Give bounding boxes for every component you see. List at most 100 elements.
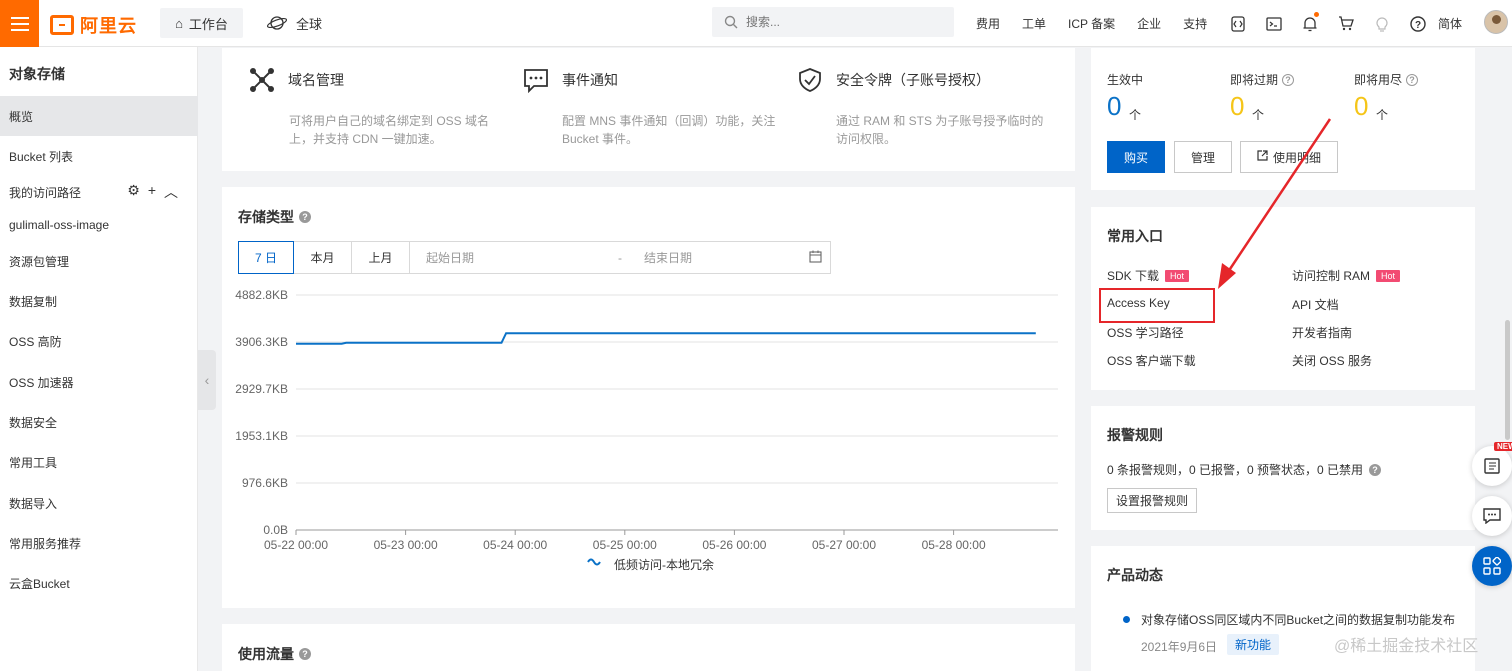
- sidebar: 对象存储 概览 Bucket 列表 我的访问路径 ⚙ + ︿ gulimall-…: [0, 47, 198, 671]
- entry-learning-path[interactable]: OSS 学习路径: [1107, 324, 1184, 341]
- search-box[interactable]: [712, 7, 954, 37]
- message-icon: [522, 66, 550, 94]
- sidebar-item-data-import[interactable]: 数据导入: [0, 483, 198, 523]
- svg-text:?: ?: [1415, 20, 1421, 31]
- bell-icon[interactable]: [1292, 0, 1328, 47]
- tab-this-month[interactable]: 本月: [294, 242, 352, 273]
- sidebar-collapse-handle[interactable]: ‹: [198, 350, 216, 410]
- set-alarm-button[interactable]: 设置报警规则: [1107, 488, 1197, 513]
- search-input[interactable]: [746, 15, 926, 29]
- legend-label[interactable]: 低频访问-本地冗余: [614, 557, 714, 572]
- sidebar-group-actions: ⚙ + ︿: [127, 182, 178, 202]
- x-tick-label: 05-26 00:00: [702, 538, 766, 552]
- region-label: 全球: [296, 16, 323, 32]
- expiring-label-text: 即将过期: [1230, 73, 1279, 87]
- workbench-button[interactable]: ⌂ 工作台: [160, 8, 243, 38]
- annotation-arrow: [1218, 118, 1332, 289]
- y-tick-label: 1953.1KB: [235, 429, 288, 443]
- help-icon[interactable]: ?: [1282, 73, 1295, 86]
- sidebar-item-bucket[interactable]: gulimall-oss-image: [0, 205, 198, 245]
- nav-tickets[interactable]: 工单: [1022, 15, 1046, 32]
- sidebar-item-cloud-box[interactable]: 云盒Bucket: [0, 563, 198, 603]
- page-scrollbar[interactable]: [1505, 320, 1510, 440]
- sidebar-item-recommended[interactable]: 常用服务推荐: [0, 523, 198, 563]
- apps-grid-icon[interactable]: [1472, 546, 1512, 586]
- alarm-title: 报警规则: [1107, 427, 1163, 443]
- y-tick-label: 2929.7KB: [235, 382, 288, 396]
- watermark: @稀土掘金技术社区: [1334, 638, 1479, 655]
- hot-badge: Hot: [1165, 269, 1190, 282]
- nav-enterprise[interactable]: 企业: [1137, 15, 1161, 32]
- x-tick-label: 05-22 00:00: [264, 538, 328, 552]
- plus-icon[interactable]: +: [148, 182, 156, 202]
- terminal-icon[interactable]: [1256, 0, 1292, 47]
- chat-icon[interactable]: [1472, 496, 1512, 536]
- home-icon: ⌂: [175, 15, 183, 31]
- bulb-icon[interactable]: [1364, 0, 1400, 47]
- entry-close-oss[interactable]: 关闭 OSS 服务: [1292, 352, 1372, 369]
- buy-button[interactable]: 购买: [1107, 141, 1165, 173]
- feature-security-token[interactable]: 安全令牌（子账号授权） 通过 RAM 和 STS 为子账号授予临时的访问权限。: [796, 66, 1051, 148]
- legend-swatch: [587, 558, 601, 566]
- entry-label: SDK 下载: [1107, 269, 1160, 283]
- end-date-field[interactable]: 结束日期: [644, 249, 692, 266]
- help-icon[interactable]: ?: [1369, 463, 1382, 476]
- nav-support[interactable]: 支持: [1183, 15, 1207, 32]
- top-icons: ?: [1220, 0, 1436, 47]
- logo[interactable]: 阿里云: [50, 12, 137, 38]
- feature-title: 域名管理: [288, 72, 344, 88]
- calendar-icon[interactable]: [809, 250, 822, 266]
- feature-domain[interactable]: 域名管理 可将用户自己的域名绑定到 OSS 域名上，并支持 CDN 一键加速。: [248, 66, 504, 148]
- help-icon[interactable]: ?: [299, 648, 311, 660]
- y-tick-label: 976.6KB: [242, 476, 288, 490]
- section-title: 存储类型: [238, 209, 294, 225]
- help-icon[interactable]: ?: [299, 211, 311, 223]
- storage-chart: 0.0B 976.6KB 1953.1KB 2929.7KB 3906.3KB 4882.…: [235, 288, 1058, 572]
- section-title: 使用流量: [238, 646, 294, 662]
- entry-developer-guide[interactable]: 开发者指南: [1292, 324, 1352, 341]
- date-separator: -: [618, 250, 622, 265]
- start-date-field[interactable]: 起始日期: [426, 249, 474, 266]
- exhausting-label-text: 即将用尽: [1354, 73, 1403, 87]
- top-nav: 费用 工单 ICP 备案 企业 支持: [976, 0, 1229, 47]
- notebook-icon[interactable]: [1472, 446, 1512, 486]
- sidebar-item-data-security[interactable]: 数据安全: [0, 402, 198, 442]
- usage-card: [222, 624, 1075, 671]
- news-item-link[interactable]: 对象存储OSS同区域内不同Bucket之间的数据复制功能发布: [1141, 611, 1455, 628]
- exhausting-unit: 个: [1376, 108, 1389, 122]
- menu-icon[interactable]: [0, 0, 39, 47]
- avatar[interactable]: [1484, 10, 1508, 34]
- language-switch[interactable]: 简体: [1438, 15, 1462, 32]
- chevron-up-icon[interactable]: ︿: [164, 182, 178, 202]
- product-news-title: 产品动态: [1107, 567, 1163, 583]
- y-tick-label: 3906.3KB: [235, 335, 288, 349]
- sidebar-item-accelerator[interactable]: OSS 加速器: [0, 362, 198, 402]
- help-icon[interactable]: ?: [1406, 73, 1419, 86]
- tab-last-month[interactable]: 上月: [352, 242, 410, 273]
- entry-client-download[interactable]: OSS 客户端下载: [1107, 352, 1196, 369]
- help-icon[interactable]: ?: [1400, 0, 1436, 47]
- nav-billing[interactable]: 费用: [976, 15, 1000, 32]
- feature-event[interactable]: 事件通知 配置 MNS 事件通知（回调）功能，关注 Bucket 事件。: [522, 66, 777, 148]
- sidebar-item-replication[interactable]: 数据复制: [0, 281, 198, 321]
- news-bullet: [1123, 616, 1130, 623]
- sidebar-item-overview[interactable]: 概览: [0, 96, 198, 136]
- cart-icon[interactable]: [1328, 0, 1364, 47]
- sidebar-item-anti-ddos[interactable]: OSS 高防: [0, 321, 198, 361]
- logo-mark: [50, 15, 74, 35]
- sidebar-item-tools[interactable]: 常用工具: [0, 442, 198, 482]
- sidebar-item-resource-packs[interactable]: 资源包管理: [0, 241, 198, 281]
- entry-sdk-download[interactable]: SDK 下载 Hot: [1107, 267, 1190, 284]
- nav-icp[interactable]: ICP 备案: [1068, 15, 1115, 32]
- tab-7-days[interactable]: 7 日: [238, 241, 294, 274]
- code-icon[interactable]: [1220, 0, 1256, 47]
- highlight-box: [1099, 288, 1215, 323]
- storage-type-heading: 存储类型 ?: [238, 207, 311, 227]
- region-selector[interactable]: 全球: [266, 8, 322, 38]
- date-range-picker[interactable]: 起始日期 - 结束日期: [410, 242, 830, 273]
- gear-icon[interactable]: ⚙: [127, 182, 140, 202]
- entry-api-docs[interactable]: API 文档: [1292, 296, 1339, 313]
- workbench-label: 工作台: [188, 16, 228, 32]
- sidebar-item-bucket-list[interactable]: Bucket 列表: [0, 136, 198, 176]
- new-feature-badge: 新功能: [1227, 634, 1280, 655]
